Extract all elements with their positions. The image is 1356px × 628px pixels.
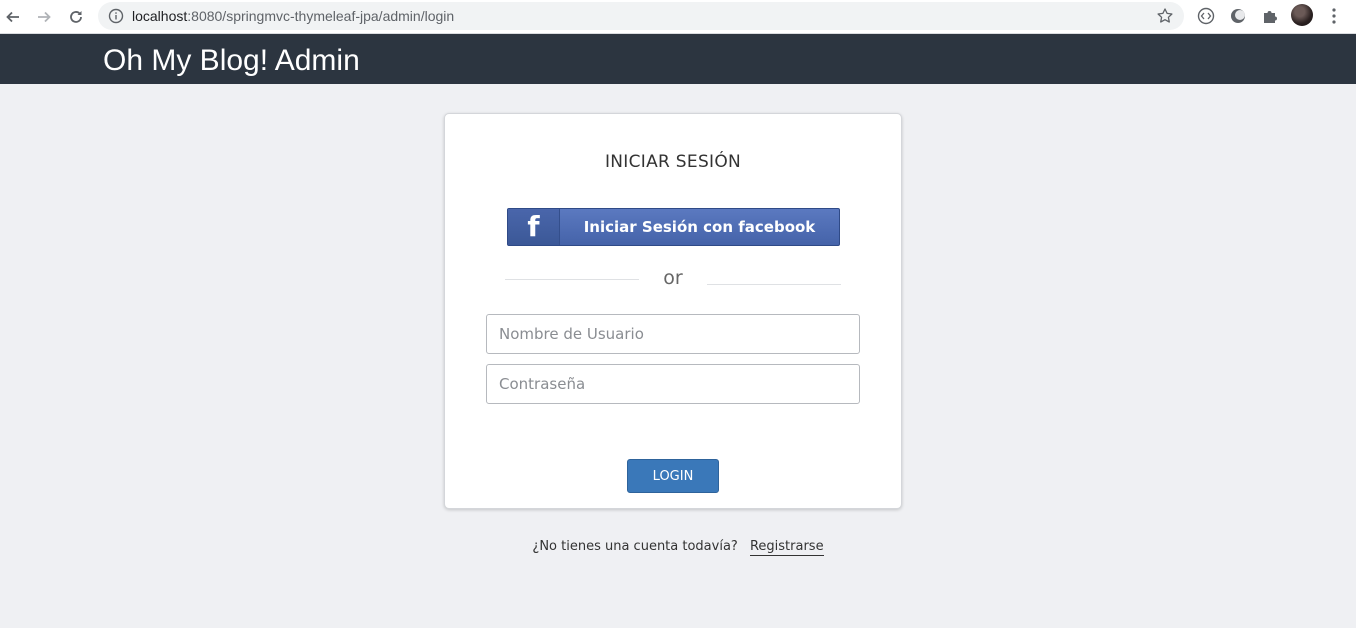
username-input[interactable]	[486, 314, 860, 354]
arrow-left-icon	[6, 11, 19, 23]
app-header: Oh My Blog! Admin	[0, 34, 1356, 84]
puzzle-icon	[1264, 11, 1277, 23]
login-title: INICIAR SESIÓN	[604, 152, 742, 172]
site-brand[interactable]: Oh My Blog! Admin	[103, 44, 360, 78]
login-card: INICIAR SESIÓN f Iniciar Sesión con face…	[444, 113, 902, 509]
profile-avatar[interactable]	[1291, 4, 1313, 26]
extensions-button[interactable]	[1260, 6, 1280, 26]
extension-button-1[interactable]	[1196, 6, 1216, 26]
signup-prompt: ¿No tienes una cuenta todavía? Registrar…	[0, 539, 1356, 556]
code-icon	[1197, 7, 1215, 25]
divider-right	[707, 284, 841, 285]
facebook-login-button[interactable]: f Iniciar Sesión con facebook	[507, 208, 840, 246]
login-button[interactable]: LOGIN	[627, 459, 719, 493]
forward-button[interactable]	[31, 4, 57, 30]
facebook-login-label: Iniciar Sesión con facebook	[583, 218, 816, 236]
signup-prompt-text: ¿No tienes una cuenta todavía?	[532, 539, 738, 554]
facebook-icon-glyph: f	[527, 210, 540, 243]
extension-button-2[interactable]	[1228, 6, 1248, 26]
address-bar[interactable]: localhost:8080/springmvc-thymeleaf-jpa/a…	[98, 2, 1184, 30]
facebook-icon: f	[508, 209, 560, 245]
browser-toolbar: localhost:8080/springmvc-thymeleaf-jpa/a…	[0, 0, 1356, 34]
url-path: :8080/springmvc-thymeleaf-jpa/admin/logi…	[187, 8, 455, 24]
password-input[interactable]	[486, 364, 860, 404]
more-vert-icon[interactable]	[1326, 7, 1342, 25]
or-separator: or	[663, 267, 683, 289]
register-link[interactable]: Registrarse	[749, 539, 824, 556]
star-icon[interactable]	[1156, 7, 1174, 25]
url-text[interactable]: localhost:8080/springmvc-thymeleaf-jpa/a…	[132, 8, 454, 24]
moon-icon	[1231, 9, 1245, 23]
url-host: localhost	[132, 8, 188, 24]
reload-icon	[70, 11, 82, 23]
info-icon[interactable]	[108, 8, 124, 24]
reload-button[interactable]	[63, 4, 89, 30]
arrow-right-icon	[38, 11, 51, 23]
back-button[interactable]	[0, 4, 26, 30]
